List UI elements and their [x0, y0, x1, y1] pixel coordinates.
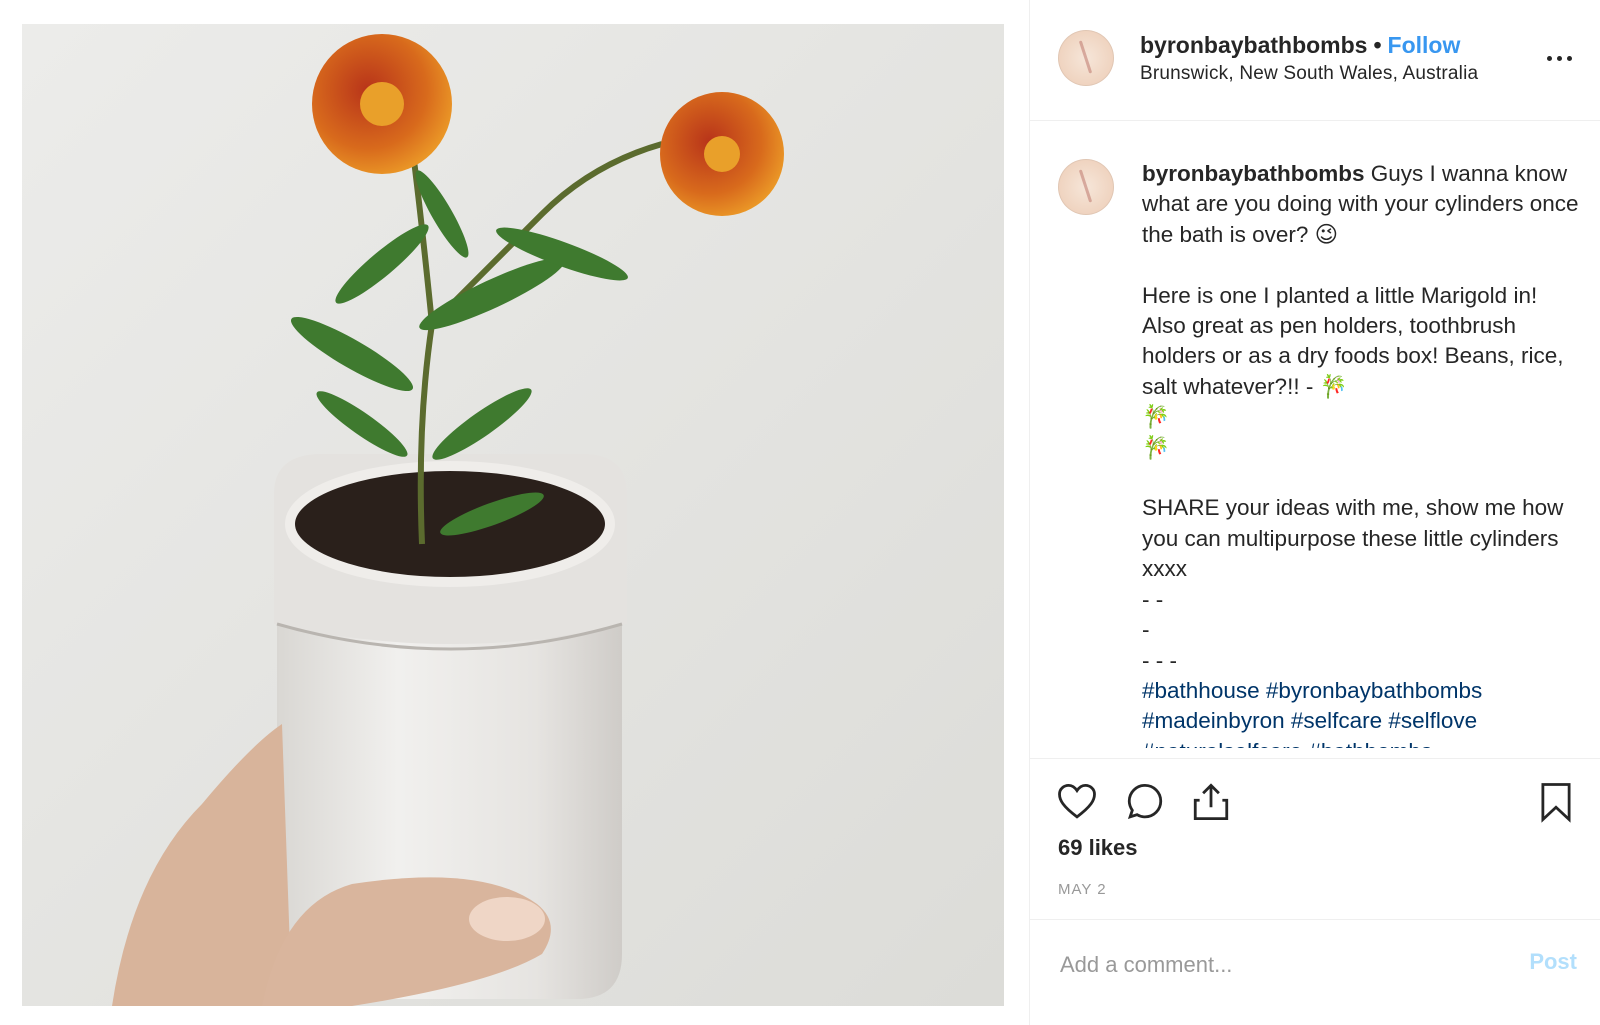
post-photo[interactable]	[22, 24, 1004, 1006]
avatar[interactable]	[1058, 30, 1114, 86]
likes-count[interactable]: 69 likes	[1058, 835, 1138, 861]
caption-avatar[interactable]	[1058, 159, 1114, 215]
caption-hashtags[interactable]: #bathhouse #byronbaybathbombs #madeinbyr…	[1142, 676, 1582, 748]
share-icon[interactable]	[1190, 781, 1232, 823]
caption: byronbaybathbombs Guys I wanna know what…	[1142, 159, 1582, 748]
post-header: byronbaybathbombs • Follow Brunswick, New …	[1030, 0, 1600, 121]
location-link[interactable]: Brunswick, New South Wales, Australia	[1140, 63, 1478, 85]
caption-scroll-area[interactable]: byronbaybathbombs Guys I wanna know what…	[1030, 121, 1600, 748]
comment-input[interactable]	[1058, 947, 1482, 983]
marigold-in-cylinder-image	[22, 24, 1004, 1006]
post-media-pane	[0, 0, 1028, 1025]
follow-button[interactable]: Follow	[1388, 32, 1461, 58]
post-comment-button[interactable]: Post	[1529, 949, 1577, 975]
more-options-icon[interactable]	[1547, 48, 1577, 68]
post-date: MAY 2	[1058, 881, 1107, 898]
comment-bubble-icon[interactable]	[1124, 781, 1166, 823]
heart-icon[interactable]	[1056, 781, 1098, 823]
caption-username[interactable]: byronbaybathbombs	[1142, 161, 1365, 186]
header-separator: •	[1373, 32, 1382, 58]
post-actions: 69 likes MAY 2	[1030, 758, 1600, 920]
post-details-panel: byronbaybathbombs • Follow Brunswick, New …	[1029, 0, 1600, 1025]
caption-text: Guys I wanna know what are you doing wit…	[1142, 161, 1579, 673]
comment-form: Post	[1030, 919, 1600, 1025]
bookmark-icon[interactable]	[1535, 781, 1577, 823]
header-user-line: byronbaybathbombs • Follow	[1140, 32, 1460, 59]
header-username[interactable]: byronbaybathbombs	[1140, 32, 1367, 58]
